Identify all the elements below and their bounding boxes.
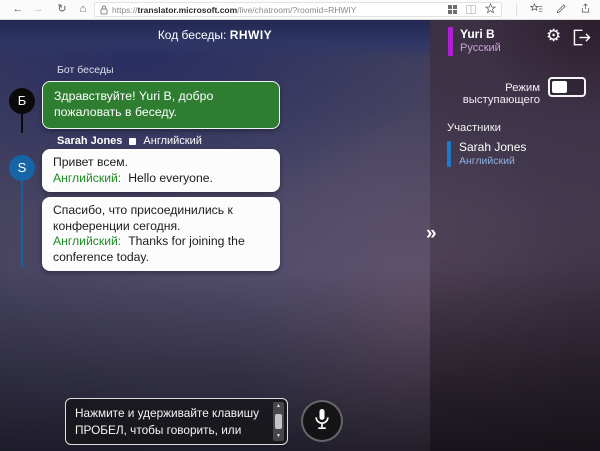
scrollbar-thumb[interactable]: [275, 414, 282, 429]
settings-gear-icon[interactable]: ⚙: [546, 26, 561, 46]
address-bar-icons: [448, 1, 496, 19]
home-icon[interactable]: ⌂: [74, 0, 92, 19]
current-user-accent-bar: [448, 27, 453, 56]
participant-name: Sarah Jones: [459, 140, 526, 154]
presenter-mode-label: Режим выступающего: [428, 82, 540, 106]
bot-avatar: Б: [9, 88, 35, 114]
message-bubble: Спасибо, что присоединились к конференци…: [42, 197, 280, 271]
speaker-timeline-connector: [21, 180, 23, 267]
browser-toolbar: ← → ↻ ⌂ https://translator.microsoft.com…: [0, 0, 600, 20]
speaker-avatar: S: [9, 155, 35, 181]
input-scrollbar[interactable]: ▲ ▼: [273, 402, 284, 441]
bot-name-label: Бот беседы: [57, 64, 114, 76]
speaker-language-label: Английский: [143, 135, 202, 147]
web-note-pen-icon[interactable]: [556, 1, 567, 19]
message-translation-line: Английский:Thanks for joining the confer…: [53, 234, 269, 265]
participant-language: Английский: [459, 155, 515, 167]
message-bubble: Привет всем. Английский: Hello everyone.: [42, 149, 280, 192]
translation-language-label: Английский:: [53, 171, 121, 185]
participants-title: Участники: [447, 122, 501, 134]
speaker-label-row: Sarah Jones Английский: [57, 135, 202, 147]
translator-extension-icon[interactable]: [448, 1, 457, 19]
favorite-star-icon[interactable]: [485, 1, 496, 19]
share-icon[interactable]: [580, 1, 591, 19]
translation-language-label: Английский:: [53, 234, 121, 248]
presenter-mode-toggle[interactable]: [548, 77, 586, 97]
app-window: ← → ↻ ⌂ https://translator.microsoft.com…: [0, 0, 600, 451]
message-input[interactable]: Нажмите и удерживайте клавишу ПРОБЕЛ, чт…: [65, 398, 288, 445]
hub-favorites-icon[interactable]: [530, 1, 543, 19]
message-text: Спасибо, что присоединились к конференци…: [53, 203, 233, 233]
message-translation-line: Английский: Hello everyone.: [53, 171, 269, 187]
room-code-label: Код беседы:: [158, 28, 227, 42]
microphone-icon: [312, 408, 332, 435]
room-code-value: RHWIY: [230, 28, 273, 42]
leave-conversation-icon[interactable]: [573, 29, 591, 51]
scroll-up-icon[interactable]: ▲: [273, 403, 284, 410]
current-user-language: Русский: [460, 42, 501, 54]
room-code-header: Код беседы: RHWIY: [0, 28, 430, 42]
message-input-placeholder: Нажмите и удерживайте клавишу ПРОБЕЛ, чт…: [75, 406, 259, 445]
microphone-button[interactable]: [301, 400, 343, 442]
bot-message-bubble: Здравствуйте! Yuri B, добро пожаловать в…: [42, 81, 280, 129]
browser-action-icons: ⋯: [516, 0, 600, 19]
lock-icon: [100, 5, 108, 15]
bot-timeline-connector: [21, 113, 23, 133]
speaker-name-label: Sarah Jones: [57, 135, 122, 147]
participant-accent-bar: [447, 141, 451, 167]
chatroom-page: Код беседы: RHWIY Бот беседы Б Здравству…: [0, 20, 600, 451]
message-text: Привет всем.: [53, 155, 269, 171]
reading-view-icon[interactable]: [466, 1, 476, 19]
refresh-icon[interactable]: ↻: [53, 0, 71, 19]
translation-text: Hello everyone.: [128, 171, 213, 185]
toggle-knob: [552, 81, 567, 93]
scroll-down-icon[interactable]: ▼: [273, 433, 284, 440]
forward-icon[interactable]: →: [29, 0, 47, 19]
sidebar-collapse-icon[interactable]: »: [426, 224, 437, 243]
speaker-indicator-icon: [129, 138, 136, 145]
url-text: https://translator.microsoft.com/live/ch…: [112, 5, 448, 15]
toolbar-divider: [516, 3, 517, 16]
back-icon[interactable]: ←: [9, 0, 27, 19]
current-user-name: Yuri B: [460, 27, 495, 41]
address-bar[interactable]: https://translator.microsoft.com/live/ch…: [94, 2, 502, 17]
